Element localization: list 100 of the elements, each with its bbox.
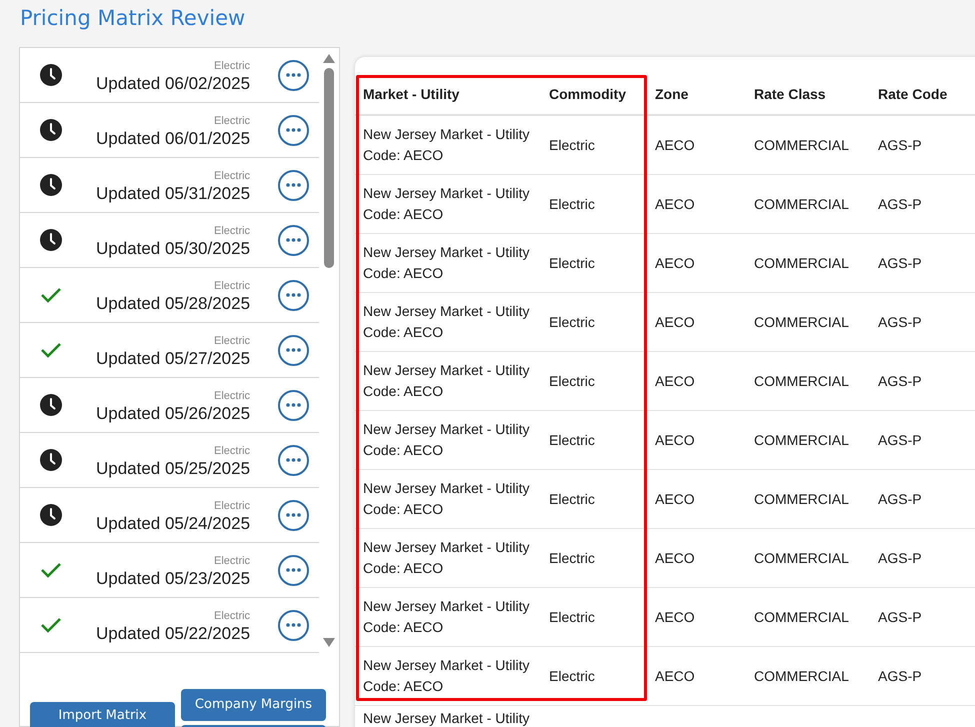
updated-date: Updated 05/27/2025 (96, 348, 250, 370)
more-options-button[interactable] (278, 554, 310, 586)
table-cell-text: COMMERCIAL (753, 490, 850, 508)
table-cell-text: New Jersey Market - Utility Code: AECO (362, 184, 530, 224)
table-cell-text: Electric (548, 430, 596, 450)
more-options-button[interactable] (278, 610, 310, 640)
more-options-button[interactable] (278, 224, 310, 256)
commodity-label: Electric (214, 389, 250, 403)
table-cell-text: New Jersey Market - Utility Code: AECO (362, 361, 530, 401)
table-cell-text: AGS-P (877, 372, 923, 390)
table-cell-text: COMMERCIAL (753, 194, 850, 214)
commodity-label: Electric (214, 334, 250, 348)
ellipsis-icon (286, 403, 302, 407)
table-cell-text: Electric (548, 136, 596, 154)
table-cell-text: AGS-P (877, 312, 923, 332)
updated-date: Updated 05/23/2025 (96, 568, 250, 590)
commodity-label: Electric (214, 114, 250, 128)
matrix-list-item[interactable]: Electric Updated 05/26/2025 (20, 378, 320, 433)
table-cell-text: COMMERCIAL (753, 608, 850, 626)
table-cell-text: Electric (548, 372, 596, 390)
table-cell-text: AGS-P (877, 254, 923, 272)
matrix-list-item[interactable]: Electric Updated 05/31/2025 (20, 158, 320, 213)
matrix-list-item[interactable]: Electric Updated 05/27/2025 (20, 323, 320, 378)
matrix-list-item[interactable]: Electric Updated 05/24/2025 (20, 488, 320, 543)
column-header: Rate Class (753, 85, 827, 104)
scrollbar-thumb[interactable] (324, 68, 334, 268)
table-cell-text: New Jersey Market - Utility Code: AECO (362, 479, 530, 519)
table-cell-text: AGS-P (877, 666, 923, 686)
ellipsis-icon (286, 568, 302, 572)
table-cell-text: AGS-P (877, 548, 923, 568)
matrix-list-item[interactable]: Electric Updated 05/23/2025 (20, 543, 320, 598)
table-cell-text: New Jersey Market - Utility Code: AECO (362, 302, 530, 342)
commodity-label: Electric (214, 444, 250, 458)
matrix-list-item[interactable]: Electric Updated 05/30/2025 (20, 213, 320, 268)
ellipsis-icon (286, 238, 302, 242)
import-matrix-button[interactable]: Import Matrix (30, 702, 175, 727)
table-cell-text: New Jersey Market - Utility Code: AECO (362, 243, 530, 283)
company-margins-button[interactable]: Company Margins (181, 689, 326, 721)
table-cell-text: COMMERCIAL (753, 430, 850, 450)
matrix-list-item[interactable]: Electric Updated 05/25/2025 (20, 433, 320, 488)
matrix-list-item[interactable]: Electric Updated 06/02/2025 (20, 48, 320, 103)
table-cell-text: AECO (654, 194, 696, 214)
table-cell-text: AECO (654, 312, 696, 332)
matrix-list-item[interactable]: Electric Updated 06/01/2025 (20, 103, 320, 158)
updated-date: Updated 05/30/2025 (96, 238, 250, 260)
ellipsis-icon (286, 513, 302, 517)
more-options-button[interactable] (278, 114, 310, 146)
table-cell-text: AGS-P (877, 136, 923, 154)
more-options-button[interactable] (278, 444, 310, 476)
column-header: Market - Utility (362, 85, 460, 104)
table-cell-text: New Jersey Market - Utility Code: AECO (362, 420, 530, 460)
table-cell-text: AGS-P (877, 194, 923, 214)
table-cell-text: Electric (548, 548, 596, 568)
more-options-button[interactable] (278, 500, 310, 530)
column-header: Zone (654, 85, 690, 104)
commodity-label: Electric (214, 279, 250, 293)
table-cell-text: Electric (548, 666, 596, 686)
table-cell-text: Electric (548, 194, 596, 214)
table-cell-text: COMMERCIAL (753, 312, 850, 332)
column-header: Rate Code (877, 85, 948, 104)
table-cell-text: Electric (548, 254, 596, 272)
more-options-button[interactable] (278, 280, 310, 310)
ellipsis-icon (286, 293, 302, 297)
table-cell-text: New Jersey Market - Utility Code: AECO (362, 656, 530, 696)
more-options-button[interactable] (278, 60, 310, 90)
commodity-label: Electric (214, 554, 250, 568)
updated-date: Updated 05/26/2025 (96, 403, 250, 425)
table-cell-text: AECO (654, 254, 696, 272)
updated-date: Updated 05/22/2025 (96, 623, 250, 645)
scroll-down-arrow-icon[interactable] (323, 638, 336, 647)
ellipsis-icon (286, 623, 302, 627)
ellipsis-icon (286, 128, 302, 132)
table-cell-text: COMMERCIAL (753, 666, 850, 686)
column-header: Commodity (548, 85, 627, 104)
table-cell-text: Electric (548, 312, 596, 332)
ellipsis-icon (286, 183, 302, 187)
page-title: Pricing Matrix Review (20, 5, 246, 32)
matrix-list-item[interactable]: Electric Updated 05/22/2025 (20, 598, 320, 653)
table-cell-text: Electric (548, 490, 596, 508)
table-cell-text: AGS-P (877, 490, 923, 508)
more-options-button[interactable] (278, 334, 310, 366)
table-cell-text: COMMERCIAL (753, 254, 850, 272)
table-cell-text: New Jersey Market - Utility Code: AECO (362, 538, 530, 578)
matrix-list-item[interactable]: Electric Updated 05/28/2025 (20, 268, 320, 323)
updated-date: Updated 05/24/2025 (96, 513, 250, 535)
commodity-label: Electric (214, 59, 250, 73)
ellipsis-icon (286, 348, 302, 352)
commodity-label: Electric (214, 499, 250, 513)
table-cell-text: AECO (654, 430, 696, 450)
ellipsis-icon (286, 458, 302, 462)
table-cell-text: New Jersey Market - Utility (362, 709, 530, 727)
table-cell-text: COMMERCIAL (753, 136, 850, 154)
more-options-button[interactable] (278, 170, 310, 200)
updated-date: Updated 06/01/2025 (96, 128, 250, 150)
table-cell-text: AECO (654, 136, 696, 154)
ellipsis-icon (286, 73, 302, 77)
updated-date: Updated 05/28/2025 (96, 293, 250, 315)
more-options-button[interactable] (278, 390, 310, 420)
table-cell-text: AECO (654, 548, 696, 568)
scroll-up-arrow-icon[interactable] (323, 54, 336, 63)
